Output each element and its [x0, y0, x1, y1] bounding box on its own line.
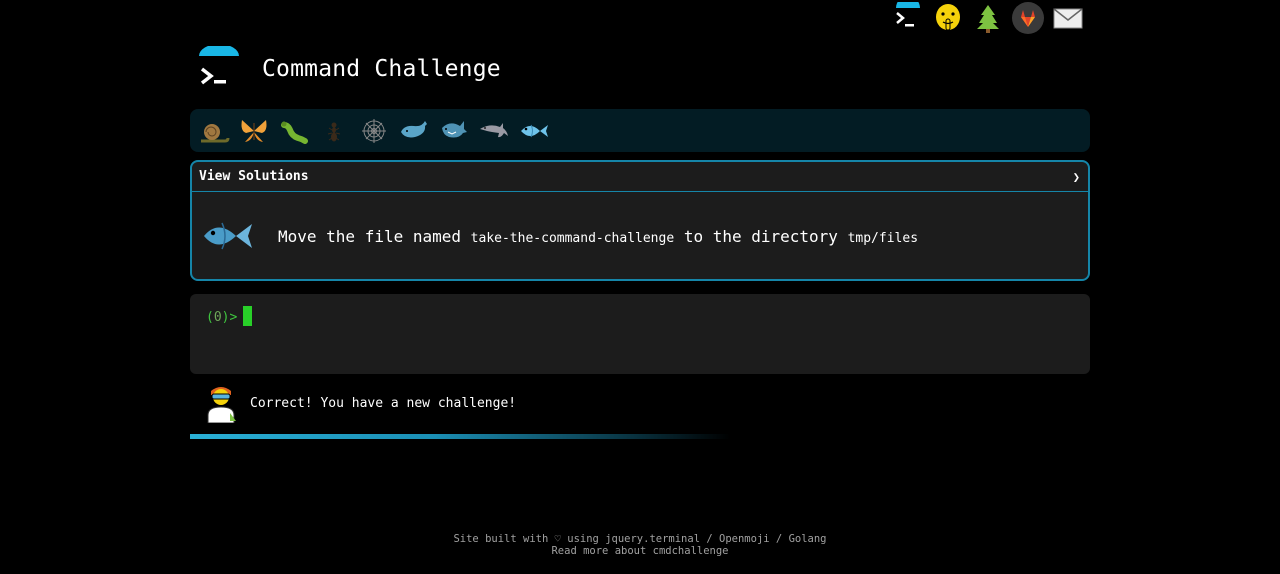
cmdchallenge-about-link[interactable]: cmdchallenge [653, 545, 729, 557]
fish-icon [202, 214, 256, 258]
level-fish[interactable] [514, 111, 554, 151]
page-title: Command Challenge [262, 56, 501, 82]
dolphin-icon [480, 122, 508, 137]
terminal-cursor [243, 306, 253, 326]
status-message: Correct! You have a new challenge! [250, 395, 517, 411]
scientist-icon [203, 383, 241, 423]
jquery-terminal-link[interactable]: jquery.terminal [605, 533, 700, 545]
chevron-right-icon: ❯ [1072, 169, 1080, 184]
whale-icon [401, 120, 427, 137]
progress-bar [190, 434, 730, 439]
challenge-text-prefix: Move the file named [278, 226, 462, 246]
level-dolphin[interactable] [474, 111, 514, 151]
challenge-directory: tmp/files [847, 230, 919, 246]
challenge-panel: View Solutions ❯ Move the file named tak… [190, 160, 1090, 281]
header: Command Challenge [190, 44, 501, 92]
butterfly-icon [241, 119, 267, 142]
challenge-file-name: take-the-command-challenge [470, 230, 675, 246]
snail-icon [201, 123, 230, 142]
view-solutions-toggle[interactable]: View Solutions ❯ [192, 162, 1088, 192]
footer: Site built with ♡ using jquery.terminal … [0, 533, 1280, 557]
top-icon-bar [890, 0, 1086, 36]
level-shark[interactable] [434, 111, 474, 151]
cmdchallenge-logo-icon[interactable] [190, 44, 248, 92]
ant-icon [327, 122, 341, 141]
terminal-prompt: (0)> [206, 310, 238, 325]
terminal[interactable]: (0)> [190, 294, 1090, 374]
footer-line-1: Site built with ♡ using jquery.terminal … [453, 533, 827, 545]
level-snail[interactable] [194, 111, 234, 151]
footer-line-2: Read more about cmdchallenge [551, 545, 729, 557]
shark-icon [442, 120, 467, 137]
level-butterfly[interactable] [234, 111, 274, 151]
level-whale[interactable] [394, 111, 434, 151]
prompt-exit-code: 0 [213, 310, 222, 325]
shushing-face-icon[interactable] [930, 0, 966, 36]
level-ant[interactable] [314, 111, 354, 151]
fish-icon [521, 124, 548, 137]
golang-link[interactable]: Golang [789, 533, 827, 545]
spider-web-icon [362, 118, 386, 143]
level-caterpillar[interactable] [274, 111, 314, 151]
challenge-text-middle: to the directory [683, 226, 838, 246]
openmoji-link[interactable]: Openmoji [719, 533, 770, 545]
tree-icon[interactable] [970, 0, 1006, 36]
caterpillar-icon [281, 121, 308, 144]
gitlab-icon[interactable] [1010, 0, 1046, 36]
envelope-icon[interactable] [1050, 0, 1086, 36]
cmdchallenge-logo-icon[interactable] [890, 0, 926, 36]
status-row: Correct! You have a new challenge! [203, 383, 516, 423]
view-solutions-label: View Solutions [199, 169, 309, 184]
challenge-description: Move the file named take-the-command-cha… [278, 227, 918, 246]
challenge-body: Move the file named take-the-command-cha… [192, 192, 1088, 280]
level-selector [190, 109, 1090, 152]
level-spider-web[interactable] [354, 111, 394, 151]
